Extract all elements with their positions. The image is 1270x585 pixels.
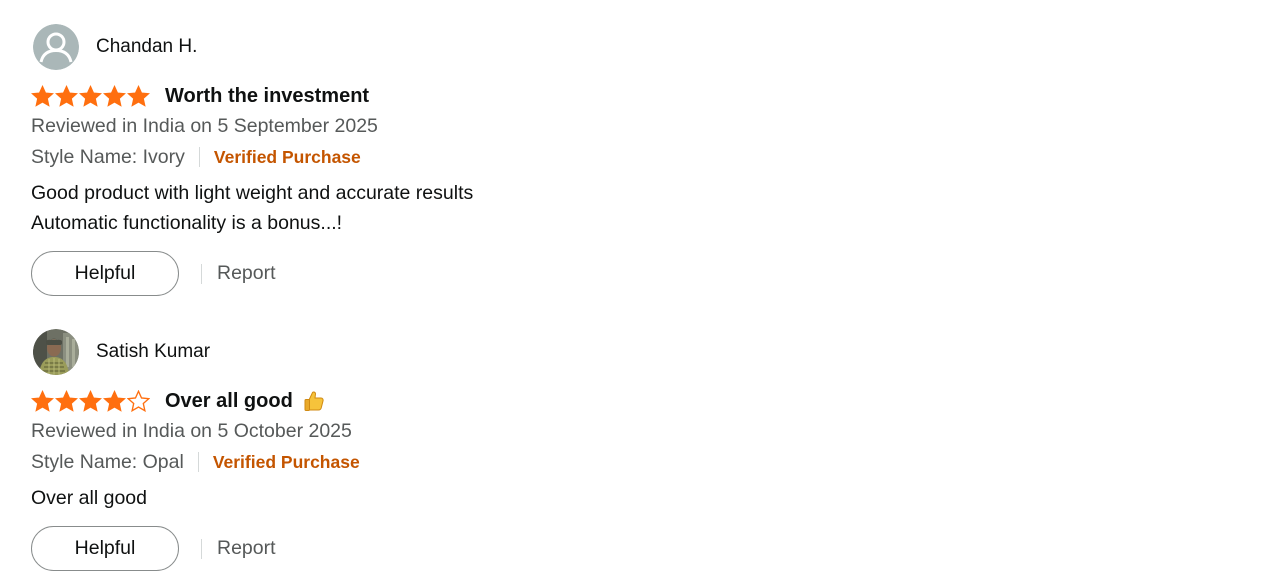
style-name[interactable]: Style Name: Opal	[31, 451, 184, 474]
review-title[interactable]: Worth the investment	[165, 85, 369, 108]
star-filled-icon	[79, 390, 102, 412]
star-filled-icon	[127, 85, 150, 107]
star-rating[interactable]	[31, 85, 150, 107]
reviewer-photo-avatar	[33, 329, 79, 375]
reviewer-profile[interactable]: Satish Kumar	[31, 328, 731, 376]
reviewer-name[interactable]: Chandan H.	[96, 36, 197, 58]
star-filled-icon	[31, 390, 54, 412]
star-filled-icon	[79, 85, 102, 107]
verified-purchase-badge[interactable]: Verified Purchase	[213, 452, 360, 473]
review-body-line: Automatic functionality is a bonus...!	[31, 212, 343, 234]
divider	[201, 263, 202, 284]
star-filled-icon	[55, 390, 78, 412]
star-filled-icon	[103, 390, 126, 412]
review-body: Good product with light weight and accur…	[31, 178, 731, 238]
review-card: Satish Kumar Over all good Reviewed in I…	[31, 328, 731, 571]
reviewer-profile[interactable]: Chandan H.	[31, 23, 731, 71]
review-body: Over all good	[31, 483, 731, 513]
divider	[197, 452, 199, 472]
style-name[interactable]: Style Name: Ivory	[31, 146, 185, 169]
helpful-button[interactable]: Helpful	[31, 526, 179, 571]
thumbs-up-icon	[303, 390, 325, 412]
divider	[201, 538, 202, 559]
review-body-line: Over all good	[31, 487, 147, 509]
review-date: Reviewed in India on 5 September 2025	[31, 115, 378, 137]
star-filled-icon	[55, 85, 78, 107]
reviewer-name[interactable]: Satish Kumar	[96, 341, 210, 363]
divider	[198, 147, 200, 167]
star-empty-icon	[127, 390, 150, 412]
review-date: Reviewed in India on 5 October 2025	[31, 420, 352, 442]
star-filled-icon	[31, 85, 54, 107]
star-filled-icon	[103, 85, 126, 107]
review-body-line: Good product with light weight and accur…	[31, 182, 474, 204]
helpful-button[interactable]: Helpful	[31, 251, 179, 296]
star-rating[interactable]	[31, 390, 150, 412]
review-title[interactable]: Over all good	[165, 390, 293, 413]
default-avatar-icon	[33, 24, 79, 70]
report-link[interactable]: Report	[217, 537, 276, 560]
report-link[interactable]: Report	[217, 262, 276, 285]
review-card: Chandan H. Worth the investment Reviewed…	[31, 23, 731, 296]
verified-purchase-badge[interactable]: Verified Purchase	[214, 147, 361, 168]
